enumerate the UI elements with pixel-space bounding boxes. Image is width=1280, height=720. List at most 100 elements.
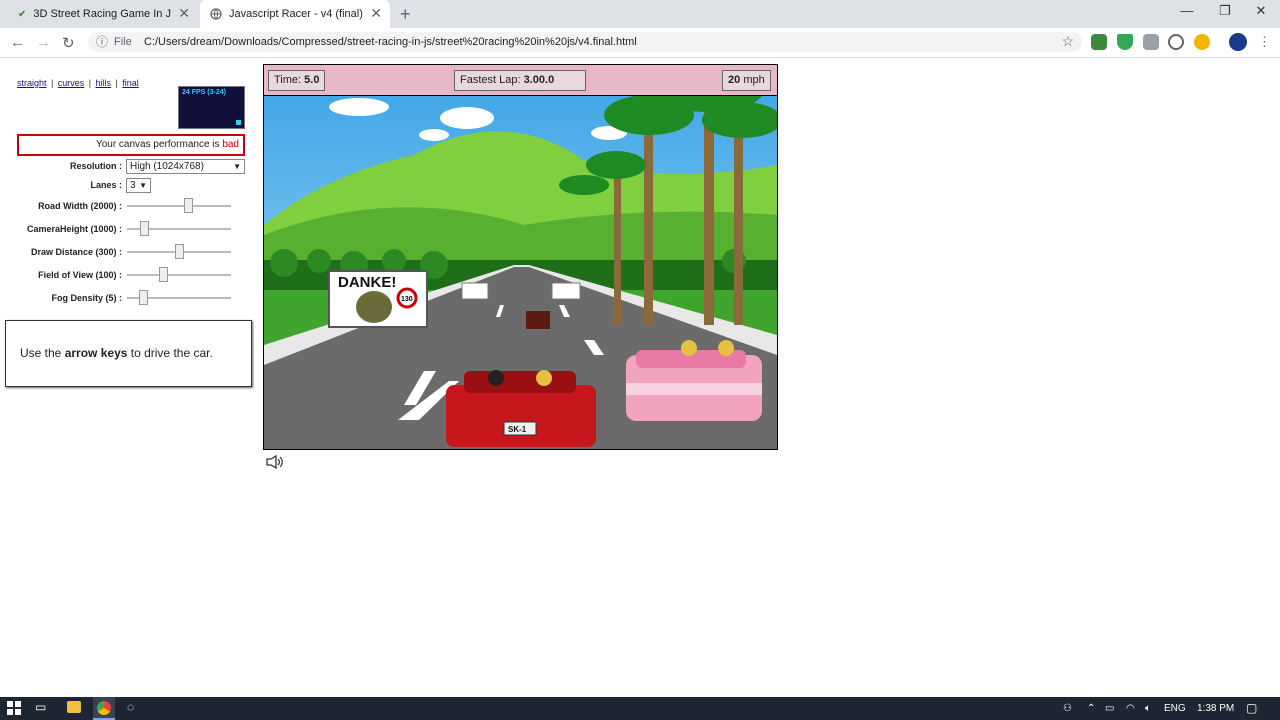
- extension-icon[interactable]: [1143, 34, 1159, 50]
- new-tab-button[interactable]: +: [400, 4, 411, 25]
- slider-thumb[interactable]: [159, 267, 168, 282]
- tab-close-icon[interactable]: ✕: [370, 6, 382, 20]
- performance-text: Your canvas performance is: [95, 139, 223, 150]
- hud-time: Time: 5.0: [268, 70, 326, 91]
- notifications-icon[interactable]: ▢: [1246, 701, 1257, 715]
- resolution-label: Resolution :: [70, 161, 122, 171]
- windows-start-icon[interactable]: [7, 701, 21, 718]
- volume-icon[interactable]: 🔈︎: [1145, 703, 1151, 714]
- url-scheme: File: [114, 36, 132, 48]
- hud-fastest-lap: Fastest Lap: 3.00.0: [454, 70, 586, 91]
- link-hills[interactable]: hills: [96, 78, 112, 88]
- camera-height-label: CameraHeight (1000) :: [26, 224, 122, 234]
- people-icon[interactable]: ⚇: [1063, 703, 1072, 714]
- speed-unit: mph: [743, 74, 765, 86]
- instructions-keys: arrow keys: [64, 346, 128, 360]
- slider-thumb[interactable]: [184, 198, 193, 213]
- road-width-slider[interactable]: [127, 198, 231, 214]
- profile-avatar[interactable]: [1229, 33, 1247, 51]
- link-extension-icon[interactable]: [1194, 34, 1210, 50]
- player-car: SK-1: [446, 370, 596, 447]
- minimize-icon[interactable]: —: [1172, 3, 1202, 18]
- chevron-up-icon[interactable]: ⌃: [1087, 703, 1095, 714]
- bookmark-star-icon[interactable]: ☆: [1061, 31, 1074, 51]
- task-view-icon[interactable]: ▭: [35, 700, 46, 714]
- draw-distance-slider[interactable]: [127, 244, 231, 260]
- speaker-icon[interactable]: [266, 455, 284, 469]
- clock[interactable]: 1:38 PM: [1197, 703, 1234, 714]
- speed-limit-sign: 130: [401, 296, 413, 303]
- time-label: Time:: [274, 74, 302, 86]
- link-final[interactable]: final: [122, 78, 139, 88]
- field-of-view-slider[interactable]: [127, 267, 231, 283]
- url-text: C:/Users/dream/Downloads/Compressed/stre…: [144, 36, 637, 48]
- time-value: 5.0: [304, 74, 320, 86]
- game-canvas[interactable]: DANKE! 130 SK-1 Time: 5.0 Fastest Lap: 3…: [263, 64, 778, 450]
- chrome-icon: [97, 701, 111, 715]
- small-billboard: [461, 282, 489, 300]
- game-favicon-icon: ✔: [18, 8, 27, 20]
- lanes-label: Lanes :: [90, 180, 122, 190]
- slider-track: [127, 205, 231, 207]
- small-billboard: [551, 282, 581, 300]
- speed-value: 20: [728, 74, 741, 86]
- extension-icon[interactable]: [1091, 34, 1107, 50]
- slider-thumb[interactable]: [139, 290, 148, 305]
- draw-distance-label: Draw Distance (300) :: [30, 247, 122, 257]
- slider-thumb[interactable]: [175, 244, 184, 259]
- field-of-view-label: Field of View (100) :: [38, 270, 122, 280]
- globe-icon: [210, 8, 222, 20]
- battery-icon[interactable]: ▭: [1105, 703, 1114, 714]
- hud-speed: 20 mph: [722, 70, 771, 91]
- fps-graph: [236, 120, 241, 125]
- performance-warning: Your canvas performance is bad: [17, 134, 245, 156]
- billboard-text: DANKE!: [338, 274, 396, 291]
- instructions-text: Use the: [20, 346, 65, 360]
- tab-label: 3D Street Racing Game In JavaSc: [33, 8, 171, 20]
- block-extension-icon[interactable]: [1168, 34, 1184, 50]
- link-curves[interactable]: curves: [58, 78, 85, 88]
- language-indicator[interactable]: ENG: [1164, 703, 1186, 714]
- pink-car: [626, 340, 762, 421]
- lanes-select[interactable]: 3 ▼: [126, 178, 151, 193]
- link-straight[interactable]: straight: [17, 78, 47, 88]
- fps-meter: 24 FPS (3-24): [178, 86, 245, 129]
- back-arrow-icon[interactable]: ←: [10, 34, 25, 51]
- road-width-label: Road Width (2000) :: [38, 201, 122, 211]
- fog-density-slider[interactable]: [127, 290, 231, 306]
- forward-arrow-icon[interactable]: →: [36, 34, 51, 51]
- nav-links: straight | curves | hills | final: [17, 78, 139, 88]
- lanes-value: 3: [130, 180, 136, 191]
- menu-icon[interactable]: ⋮: [1258, 34, 1271, 50]
- fastest-lap-label: Fastest Lap:: [460, 74, 521, 86]
- chevron-down-icon: ▼: [233, 162, 241, 171]
- chrome-taskbar-item[interactable]: [93, 697, 115, 720]
- instructions-text-end: to drive the car.: [127, 346, 213, 360]
- file-explorer-icon[interactable]: [67, 701, 81, 713]
- instructions-box: Use the arrow keys to drive the car.: [5, 320, 252, 387]
- camera-height-slider[interactable]: [127, 221, 231, 237]
- fog-density-label: Fog Density (5) :: [51, 293, 122, 303]
- close-icon[interactable]: ✕: [1246, 3, 1276, 19]
- reload-icon[interactable]: ↻: [62, 34, 75, 52]
- license-plate: SK-1: [508, 425, 527, 434]
- info-icon[interactable]: ⓘ: [96, 32, 108, 52]
- hud-bar: Time: 5.0 Fastest Lap: 3.00.0 20 mph: [264, 65, 777, 96]
- slider-track: [127, 274, 231, 276]
- game-scene: DANKE! 130 SK-1: [264, 65, 777, 449]
- tab-label: Javascript Racer - v4 (final): [229, 8, 363, 20]
- restore-icon[interactable]: ❐: [1210, 3, 1240, 19]
- wifi-icon[interactable]: ◠: [1126, 703, 1135, 714]
- performance-status: bad: [222, 139, 239, 150]
- fps-text: 24 FPS (3-24): [182, 89, 226, 96]
- tab-javascript-racer[interactable]: Javascript Racer - v4 (final) ✕: [200, 0, 390, 28]
- slider-thumb[interactable]: [140, 221, 149, 236]
- fastest-lap-value: 3.00.0: [523, 74, 555, 86]
- chevron-down-icon: ▼: [139, 181, 147, 190]
- shield-extension-icon[interactable]: [1117, 34, 1133, 50]
- app-icon[interactable]: ◌: [127, 700, 134, 714]
- resolution-select[interactable]: High (1024x768) ▼: [126, 159, 245, 174]
- address-bar[interactable]: ⓘ File C:/Users/dream/Downloads/Compress…: [88, 32, 1082, 52]
- tab-street-racing[interactable]: ✔ 3D Street Racing Game In JavaSc ✕: [8, 0, 198, 28]
- tab-close-icon[interactable]: ✕: [178, 6, 190, 20]
